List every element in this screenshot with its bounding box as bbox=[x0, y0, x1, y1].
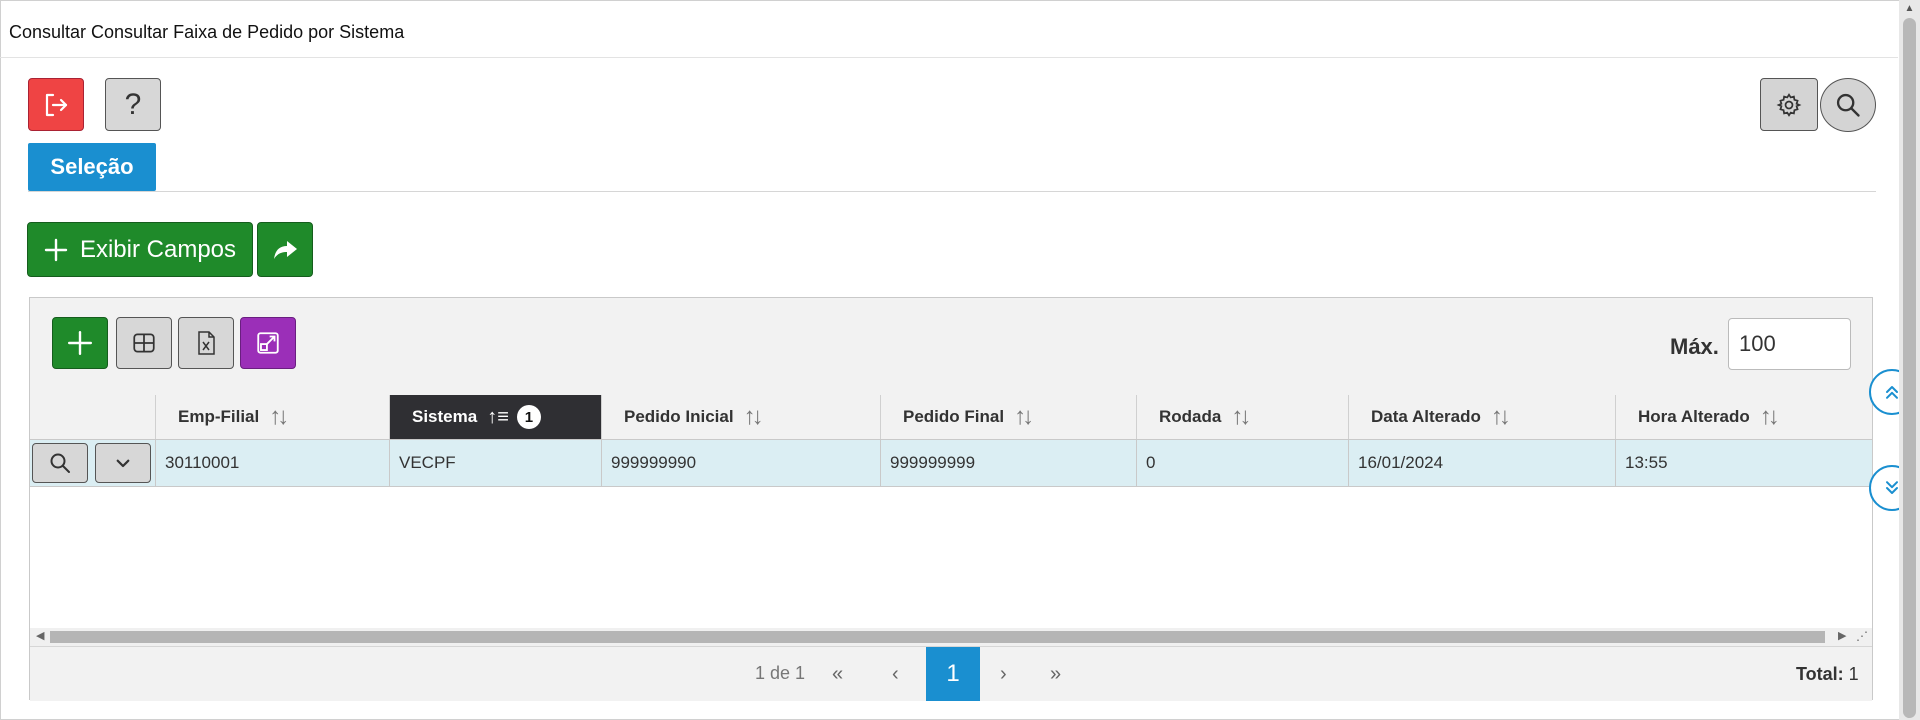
cell-data-alterado: 16/01/2024 bbox=[1349, 440, 1616, 486]
cell-pedido-final: 999999999 bbox=[881, 440, 1137, 486]
column-header-data-alterado[interactable]: Data Alterado ↑↓ bbox=[1349, 395, 1616, 439]
chevron-down-icon bbox=[116, 459, 130, 468]
column-header-pedido-final[interactable]: Pedido Final ↑↓ bbox=[881, 395, 1137, 439]
sort-icon: ↑↓ bbox=[269, 403, 289, 430]
sort-icon: ↑↓ bbox=[1231, 403, 1251, 430]
column-header-sistema[interactable]: Sistema ↑≡ 1 bbox=[390, 395, 602, 439]
cell-emp-filial: 30110001 bbox=[156, 440, 390, 486]
cell-hora-alterado: 13:55 bbox=[1625, 453, 1668, 472]
exit-button[interactable] bbox=[28, 78, 84, 131]
row-view-button[interactable] bbox=[32, 443, 88, 483]
share-arrow-icon bbox=[274, 240, 297, 259]
gear-icon bbox=[1776, 92, 1802, 117]
layout-button[interactable] bbox=[116, 317, 172, 369]
sort-order-badge: 1 bbox=[516, 405, 541, 429]
grid-icon bbox=[133, 333, 155, 353]
max-label: Máx. bbox=[1670, 334, 1719, 359]
exibir-campos-label: Exibir Campos bbox=[79, 235, 237, 263]
column-header-pedido-inicial[interactable]: Pedido Inicial ↑↓ bbox=[602, 395, 881, 439]
add-record-button[interactable] bbox=[52, 317, 108, 369]
column-header-emp-filial[interactable]: Emp-Filial ↑↓ bbox=[156, 395, 390, 439]
sort-icon: ↑↓ bbox=[1490, 403, 1511, 430]
exibir-campos-button[interactable]: Exibir Campos bbox=[27, 222, 253, 277]
max-input[interactable] bbox=[1728, 318, 1851, 370]
sort-icon: ↑↓ bbox=[1759, 403, 1780, 430]
search-icon bbox=[1836, 93, 1860, 117]
exit-icon bbox=[45, 93, 68, 116]
column-header-hora-alterado[interactable]: Hora Alterado ↑↓ bbox=[1616, 395, 1872, 439]
prev-page-icon[interactable]: ‹ bbox=[892, 663, 899, 686]
expand-icon bbox=[257, 332, 279, 354]
page-info: 1 de 1 bbox=[755, 663, 806, 683]
search-button[interactable] bbox=[1820, 78, 1876, 132]
cell-pedido-inicial: 999999990 bbox=[602, 440, 881, 486]
column-header-rodada[interactable]: Rodada ↑↓ bbox=[1137, 395, 1349, 439]
plus-icon bbox=[67, 330, 93, 356]
last-page-icon[interactable]: » bbox=[1050, 663, 1061, 686]
next-page-icon[interactable]: › bbox=[1000, 663, 1007, 686]
row-actions-cell bbox=[30, 440, 156, 486]
sort-asc-icon: ↑≡ bbox=[487, 405, 509, 428]
page-current[interactable]: 1 bbox=[926, 647, 980, 701]
sort-icon: ↑↓ bbox=[743, 403, 764, 430]
title-bar: Consultar Consultar Faixa de Pedido por … bbox=[0, 0, 1898, 58]
row-expand-button[interactable] bbox=[95, 443, 151, 483]
page-scrollbar[interactable]: ▲ bbox=[1899, 0, 1920, 720]
total-count: Total: 1 bbox=[1796, 664, 1859, 684]
cell-rodada: 0 bbox=[1137, 440, 1349, 486]
resize-handle-icon[interactable]: ⋰ bbox=[1856, 629, 1868, 643]
pagination: 1 de 1 « ‹ 1 › » Total: 1 bbox=[30, 646, 1872, 701]
page-scrollbar-thumb[interactable] bbox=[1903, 18, 1916, 718]
horizontal-scrollbar[interactable]: ◀ ▶ ⋰ bbox=[30, 628, 1872, 646]
first-page-icon[interactable]: « bbox=[832, 663, 843, 686]
cell-sistema: VECPF bbox=[390, 440, 602, 486]
scroll-up-icon[interactable]: ▲ bbox=[1903, 3, 1916, 15]
settings-button[interactable] bbox=[1760, 78, 1818, 131]
actions-column-header bbox=[30, 395, 156, 439]
scrollbar-thumb[interactable] bbox=[50, 631, 1825, 643]
grid-toolbar: Máx. bbox=[30, 298, 1872, 396]
table-header: Emp-Filial ↑↓ Sistema ↑≡ 1 Pedido Inicial… bbox=[30, 395, 1872, 440]
window-title: Consultar Consultar Faixa de Pedido por … bbox=[9, 22, 405, 42]
search-icon bbox=[50, 453, 70, 473]
plus-icon bbox=[44, 238, 68, 261]
scroll-left-icon[interactable]: ◀ bbox=[36, 629, 44, 642]
help-button[interactable]: ? bbox=[105, 78, 161, 131]
expand-button[interactable] bbox=[240, 317, 296, 369]
table-row[interactable]: 30110001 VECPF 999999990 999999999 0 16/… bbox=[30, 440, 1872, 487]
export-excel-button[interactable] bbox=[178, 317, 234, 369]
share-button[interactable] bbox=[257, 222, 313, 277]
grid-panel: Máx. Emp-Filial↑↓ Sistema ↑≡ 1 Pedido In… bbox=[29, 297, 1873, 701]
excel-icon bbox=[198, 331, 215, 355]
help-icon: ? bbox=[124, 87, 142, 121]
scroll-right-icon[interactable]: ▶ bbox=[1838, 629, 1846, 642]
sort-icon: ↑↓ bbox=[1014, 403, 1034, 430]
tab-selecao[interactable]: Seleção bbox=[28, 143, 156, 191]
tab-divider bbox=[28, 191, 1876, 192]
